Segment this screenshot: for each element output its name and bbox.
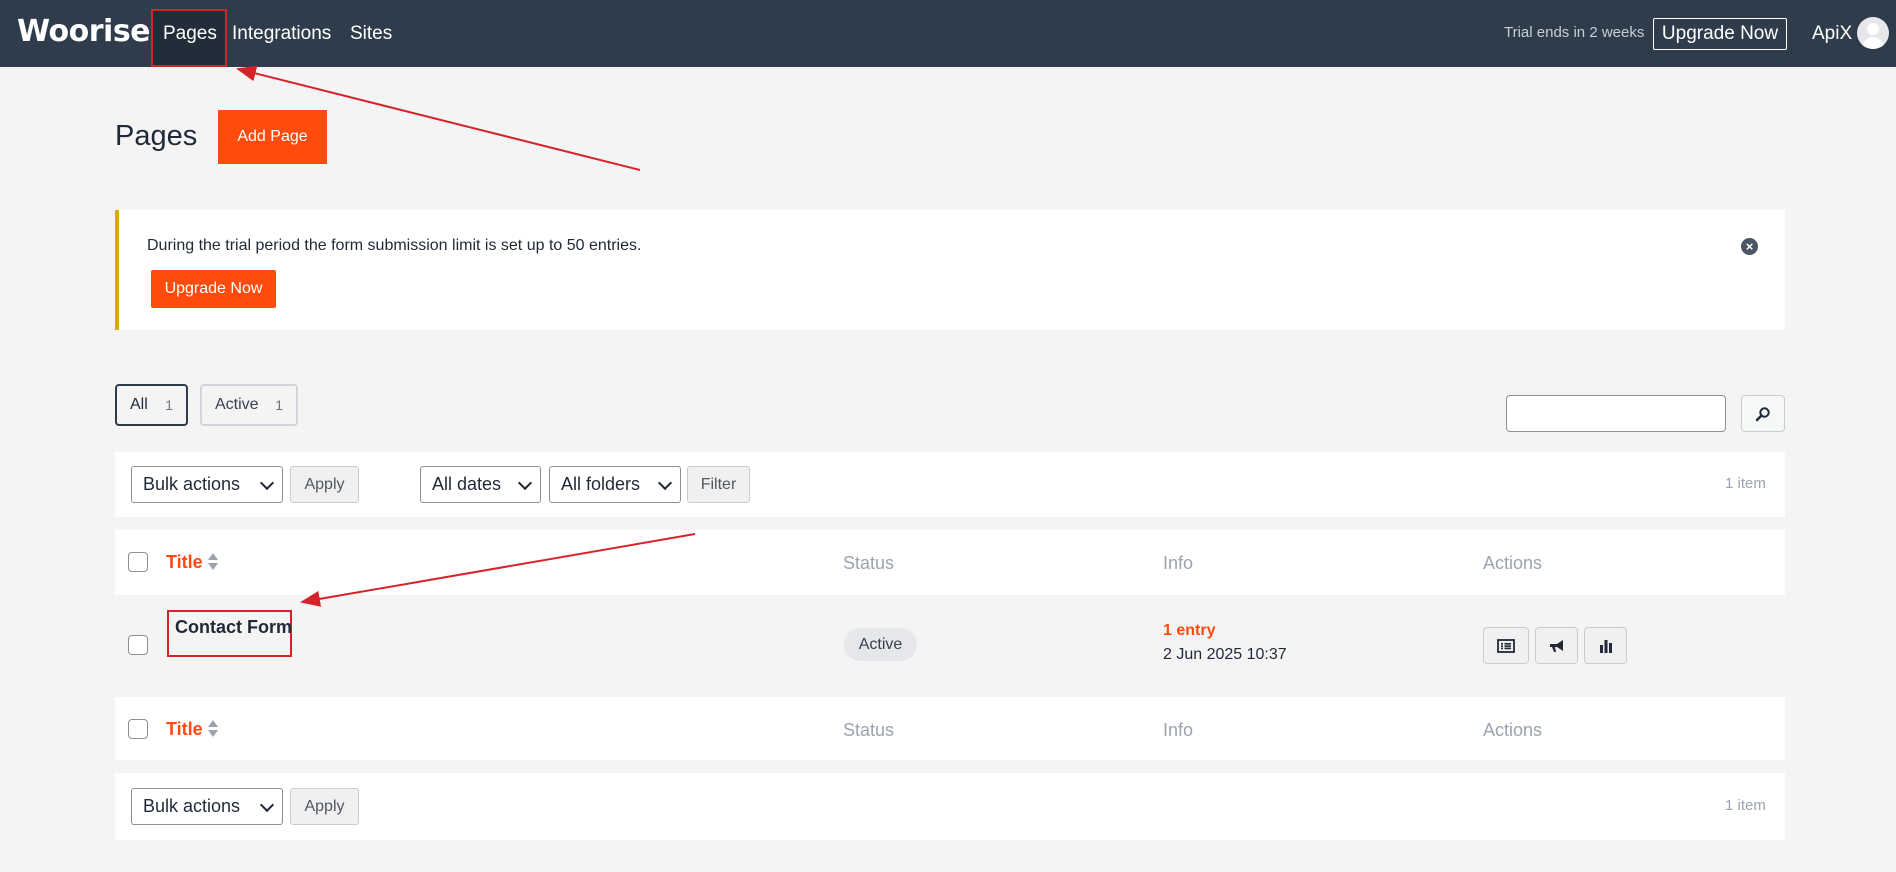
pages-table: Title Status Info Actions Contact Form A… [115, 530, 1785, 760]
table-toolbar-top: Bulk actions Apply All dates All folders… [115, 452, 1785, 517]
chevron-down-icon [259, 797, 275, 813]
page-title-link[interactable]: Contact Form [175, 617, 292, 638]
search-button[interactable] [1741, 395, 1785, 432]
bulk-actions-label: Bulk actions [143, 796, 241, 816]
view-all-tab[interactable]: All 1 [115, 384, 188, 426]
filter-button[interactable]: Filter [687, 466, 750, 503]
info-column-header: Info [1163, 553, 1194, 573]
table-toolbar-bottom: Bulk actions Apply 1 item [115, 773, 1785, 840]
bulk-actions-select[interactable]: Bulk actions [131, 466, 283, 503]
entries-button[interactable] [1483, 627, 1529, 664]
bulk-actions-select-bottom[interactable]: Bulk actions [131, 788, 283, 825]
top-navbar: Woorise Pages Integrations Sites Trial e… [0, 0, 1896, 67]
nav-sites[interactable]: Sites [350, 23, 392, 45]
upgrade-now-button[interactable]: Upgrade Now [1653, 18, 1787, 50]
status-column-header: Status [843, 553, 895, 573]
chevron-down-icon [259, 475, 275, 491]
sort-icon[interactable] [208, 552, 218, 572]
item-count: 1 item [1725, 475, 1766, 492]
actions-column-footer: Actions [1483, 720, 1543, 740]
notice-upgrade-button[interactable]: Upgrade Now [151, 270, 276, 308]
actions-column-header: Actions [1483, 553, 1543, 573]
view-all-count: 1 [165, 397, 173, 413]
folders-label: All folders [561, 474, 641, 494]
nav-pages[interactable]: Pages [163, 23, 217, 45]
notice-text: During the trial period the form submiss… [147, 237, 642, 254]
close-icon[interactable]: × [1741, 238, 1758, 255]
stats-icon [1599, 639, 1612, 653]
entries-link[interactable]: 1 entry [1163, 622, 1215, 640]
row-checkbox[interactable] [128, 635, 148, 655]
title-column-footer[interactable]: Title [166, 719, 203, 740]
view-all-label: All [130, 396, 148, 413]
chevron-down-icon [657, 475, 673, 491]
view-active-label: Active [215, 396, 259, 413]
status-badge: Active [844, 628, 917, 661]
add-page-button[interactable]: Add Page [218, 110, 327, 164]
apply-button-bottom[interactable]: Apply [290, 788, 359, 825]
title-column-header[interactable]: Title [166, 552, 203, 573]
stats-button[interactable] [1584, 627, 1627, 664]
dates-select[interactable]: All dates [420, 466, 541, 503]
chevron-down-icon [517, 475, 533, 491]
table-header-row: Title Status Info Actions [115, 530, 1785, 595]
select-all-checkbox[interactable] [128, 552, 148, 572]
woorise-logo[interactable]: Woorise [17, 14, 151, 49]
page-title: Pages [115, 120, 198, 152]
info-column-footer: Info [1163, 720, 1194, 740]
promote-button[interactable] [1535, 627, 1578, 664]
megaphone-icon [1549, 639, 1563, 652]
bulk-actions-label: Bulk actions [143, 474, 241, 494]
entries-icon [1497, 638, 1515, 653]
dates-label: All dates [432, 474, 502, 494]
table-footer-row: Title Status Info Actions [115, 697, 1785, 760]
nav-integrations[interactable]: Integrations [232, 23, 331, 45]
search-input[interactable] [1506, 395, 1726, 432]
view-active-tab[interactable]: Active 1 [200, 384, 298, 426]
user-name[interactable]: ApiX [1812, 23, 1852, 45]
sort-icon[interactable] [208, 719, 218, 739]
folders-select[interactable]: All folders [549, 466, 681, 503]
search-icon [1755, 406, 1770, 421]
entry-date: 2 Jun 2025 10:37 [1163, 646, 1287, 663]
avatar-icon[interactable] [1857, 17, 1889, 49]
table-row: Contact Form Active 1 entry 2 Jun 2025 1… [115, 595, 1785, 697]
view-active-count: 1 [275, 397, 283, 413]
select-all-checkbox-bottom[interactable] [128, 719, 148, 739]
apply-button[interactable]: Apply [290, 466, 359, 503]
trial-note: Trial ends in 2 weeks [1504, 24, 1645, 41]
status-column-footer: Status [843, 720, 895, 740]
item-count-bottom: 1 item [1725, 797, 1766, 814]
trial-notice: During the trial period the form submiss… [115, 210, 1785, 330]
